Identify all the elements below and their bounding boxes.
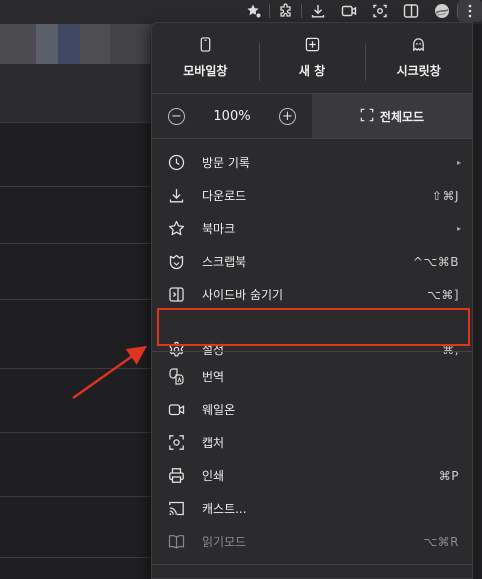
menu-item-label: 사이드바 숨기기 <box>202 288 284 302</box>
video-call-icon[interactable] <box>333 0 364 22</box>
menu-item-history[interactable]: 방문 기록 ▸ <box>152 146 472 179</box>
menu-item-shortcut: ⌘P <box>438 468 459 483</box>
menu-item-label: 읽기모드 <box>202 535 247 549</box>
mobile-window-label: 모바일창 <box>183 64 228 78</box>
menu-item-label: 방문 기록 <box>202 156 250 170</box>
menu-item-label: 번역 <box>202 370 225 384</box>
sidebar-icon <box>168 286 185 303</box>
menu-item-cast[interactable]: 캐스트... <box>152 492 472 525</box>
menu-item-shortcut: ⌥⌘] <box>426 287 459 302</box>
secret-window-button[interactable]: 시크릿창 <box>365 23 472 93</box>
profile-avatar-icon[interactable] <box>426 0 457 22</box>
zoom-controls: − 100% + <box>152 94 312 138</box>
blurred-content <box>80 24 110 64</box>
settings-highlight-box <box>157 308 470 346</box>
secret-window-label: 시크릿창 <box>396 64 441 78</box>
page-row <box>0 244 160 300</box>
fullscreen-label: 전체모드 <box>379 109 425 124</box>
menu-item-downloads[interactable]: 다운로드 ⇧⌘J <box>152 179 472 212</box>
download-icon <box>168 187 185 204</box>
clock-icon <box>168 154 185 171</box>
scrapbook-icon <box>168 253 185 270</box>
menu-item-shortcut: ^⌥⌘B <box>412 254 459 269</box>
menu-item-scrapbook[interactable]: 스크랩북 ^⌥⌘B <box>152 245 472 278</box>
fullscreen-icon <box>360 108 374 125</box>
mobile-window-button[interactable]: 모바일창 <box>152 23 259 93</box>
cast-icon <box>168 500 185 517</box>
mobile-icon <box>198 37 213 56</box>
page-row <box>0 187 160 244</box>
window-buttons: 모바일창 새 창 시크릿창 <box>152 23 472 93</box>
menu-item-label: 인쇄 <box>202 469 225 483</box>
menu-item-hide-sidebar[interactable]: 사이드바 숨기기 ⌥⌘] <box>152 278 472 311</box>
book-icon <box>168 533 185 550</box>
printer-icon <box>168 467 185 484</box>
extension-star-icon[interactable] <box>238 0 269 22</box>
blurred-content <box>58 24 80 64</box>
blurred-content <box>36 24 58 64</box>
menu-divider <box>152 564 472 565</box>
puzzle-extension-icon[interactable] <box>270 0 301 22</box>
menu-item-label: 북마크 <box>202 222 236 236</box>
page-row <box>0 497 160 558</box>
menu-item-label: 스크랩북 <box>202 255 247 269</box>
submenu-arrow-icon: ▸ <box>456 224 461 233</box>
menu-item-label: 웨일온 <box>202 403 236 417</box>
submenu-arrow-icon: ▸ <box>456 158 461 167</box>
page-row <box>0 369 160 433</box>
menu-divider <box>152 138 472 139</box>
star-icon <box>168 220 185 237</box>
menu-item-reading-mode[interactable]: 읽기모드 ⌥⌘R <box>152 525 472 558</box>
sidebar-toggle-icon[interactable] <box>395 0 426 22</box>
new-window-button[interactable]: 새 창 <box>258 23 366 93</box>
page-row <box>0 300 160 369</box>
menu-divider <box>152 351 472 352</box>
menu-item-whale-on[interactable]: 웨일온 <box>152 393 472 426</box>
video-icon <box>168 401 185 418</box>
menu-item-bookmarks[interactable]: 북마크 ▸ <box>152 212 472 245</box>
page-bar <box>0 64 160 123</box>
menu-item-shortcut: ⌥⌘R <box>423 534 459 549</box>
blurred-content <box>0 24 36 64</box>
new-window-label: 새 창 <box>298 64 326 78</box>
menu-item-label: 캐스트... <box>202 502 247 516</box>
zoom-in-button[interactable]: + <box>278 107 296 125</box>
fullscreen-button[interactable]: 전체모드 <box>312 94 472 138</box>
page-row <box>0 123 160 187</box>
zoom-out-button[interactable]: − <box>168 107 185 125</box>
menu-item-translate[interactable]: 번역 <box>152 360 472 393</box>
menu-item-label: 다운로드 <box>202 189 247 203</box>
more-menu-icon[interactable] <box>458 0 482 22</box>
capture-icon[interactable] <box>364 0 395 22</box>
menu-item-label: 캡처 <box>202 436 225 450</box>
zoom-level: 100% <box>213 108 251 124</box>
new-window-icon <box>305 37 320 56</box>
menu-item-shortcut: ⇧⌘J <box>431 188 459 203</box>
browser-toolbar <box>238 0 482 22</box>
capture-icon <box>168 434 185 451</box>
blurred-content <box>110 24 150 64</box>
ghost-icon <box>411 37 426 56</box>
translate-icon <box>168 368 185 385</box>
download-icon[interactable] <box>302 0 333 22</box>
page-row <box>0 433 160 497</box>
main-menu: 모바일창 새 창 시크릿창 − 100% + 전체모드 방문 기록 ▸ 다운로드… <box>151 22 473 579</box>
menu-item-capture[interactable]: 캡처 <box>152 426 472 459</box>
menu-item-print[interactable]: 인쇄 ⌘P <box>152 459 472 492</box>
zoom-row: − 100% + 전체모드 <box>152 94 472 138</box>
